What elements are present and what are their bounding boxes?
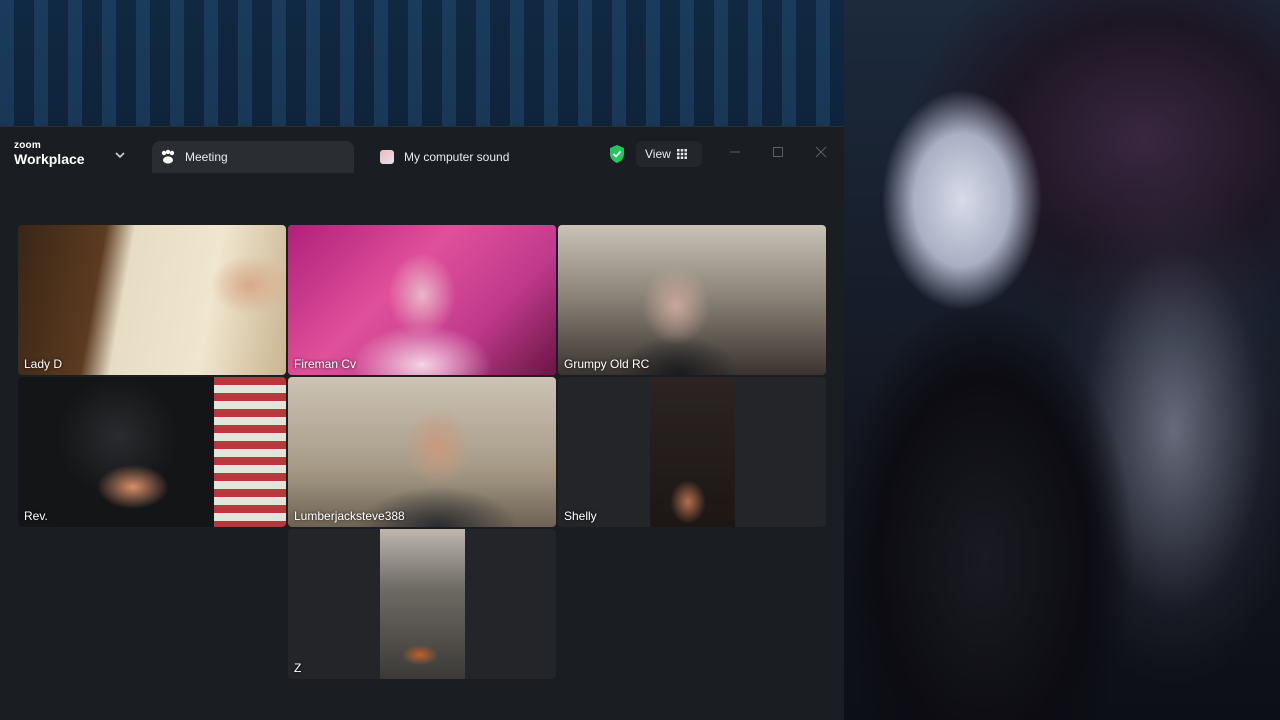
wallpaper-artwork [844,0,1280,720]
close-icon[interactable] [814,145,828,159]
zoom-window: zoom Workplace Meeting My computer sound… [0,126,844,720]
video-tile-lumberjacksteve388[interactable]: Lumberjacksteve388 [288,377,556,527]
video-feed [18,225,286,375]
participant-name: Grumpy Old RC [564,357,650,371]
app-brand[interactable]: zoom Workplace [14,140,85,168]
maximize-icon[interactable] [771,145,785,159]
shield-check-icon[interactable] [608,144,626,164]
tab-meeting-label: Meeting [185,150,228,164]
participant-name: Lady D [24,357,63,371]
participant-name: Rev. [24,509,48,523]
video-tile-fireman-cv[interactable]: Fireman Cv [288,225,556,375]
brand-logo-text: zoom [14,140,41,151]
brand-product-name: Workplace [14,151,85,167]
video-tile-shelly[interactable]: Shelly [558,377,826,527]
video-tile-rev[interactable]: Rev. [18,377,286,527]
participant-name: Z [294,661,302,675]
video-feed [558,377,826,527]
video-feed [288,377,556,527]
tab-computer-sound[interactable]: My computer sound [372,141,572,173]
view-button[interactable]: View [636,141,702,167]
video-tile-grumpy-old-rc[interactable]: Grumpy Old RC [558,225,826,375]
video-feed [288,529,556,679]
participant-name: Fireman Cv [294,357,357,371]
grid-icon [677,149,687,159]
computer-sound-icon [380,150,394,164]
chevron-down-icon[interactable] [114,149,126,161]
video-tile-lady-d[interactable]: Lady D [18,225,286,375]
participant-name: Shelly [564,509,597,523]
video-feed [18,377,286,527]
meeting-icon [161,149,175,164]
video-feed [558,225,826,375]
video-feed [288,225,556,375]
title-bar: zoom Workplace Meeting My computer sound… [0,127,844,183]
tab-meeting[interactable]: Meeting [152,141,354,173]
tab-computer-sound-label: My computer sound [404,150,510,164]
minimize-icon[interactable] [728,145,742,159]
video-tile-z[interactable]: Z [288,529,556,679]
participant-name: Lumberjacksteve388 [294,509,405,523]
view-button-label: View [645,147,671,161]
